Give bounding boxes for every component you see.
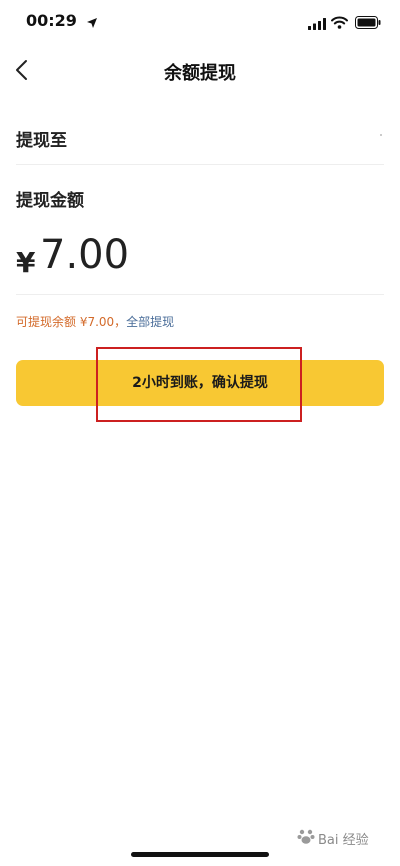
amount-label: 提现金额 xyxy=(16,191,84,211)
withdraw-all-link[interactable]: 全部提现 xyxy=(126,315,174,329)
signal-icon xyxy=(308,15,326,34)
amount-input[interactable]: ¥ 7.00 xyxy=(16,228,384,295)
withdraw-destination-row[interactable]: 提现至 xyxy=(16,112,384,165)
withdraw-destination-label: 提现至 xyxy=(16,131,67,151)
baidu-paw-icon xyxy=(296,826,316,850)
status-bar: 00:29 xyxy=(0,0,400,44)
nav-bar: 余额提现 xyxy=(0,44,400,96)
wifi-icon xyxy=(331,14,348,33)
available-balance-text: 可提现余额 ¥7.00， xyxy=(16,315,127,329)
amount-value[interactable]: 7.00 xyxy=(40,232,129,278)
confirm-withdraw-button[interactable]: 2小时到账，确认提现 xyxy=(16,360,384,406)
page-title: 余额提现 xyxy=(164,63,236,84)
home-indicator xyxy=(131,852,269,857)
row-indicator-dot xyxy=(380,134,382,136)
watermark-text: Bai 经验 xyxy=(318,833,369,848)
balance-line: 可提现余额 ¥7.00，全部提现 xyxy=(16,313,174,330)
location-arrow-icon xyxy=(86,14,98,33)
battery-icon xyxy=(355,14,381,33)
currency-symbol: ¥ xyxy=(16,246,36,279)
status-time: 00:29 xyxy=(26,11,77,30)
